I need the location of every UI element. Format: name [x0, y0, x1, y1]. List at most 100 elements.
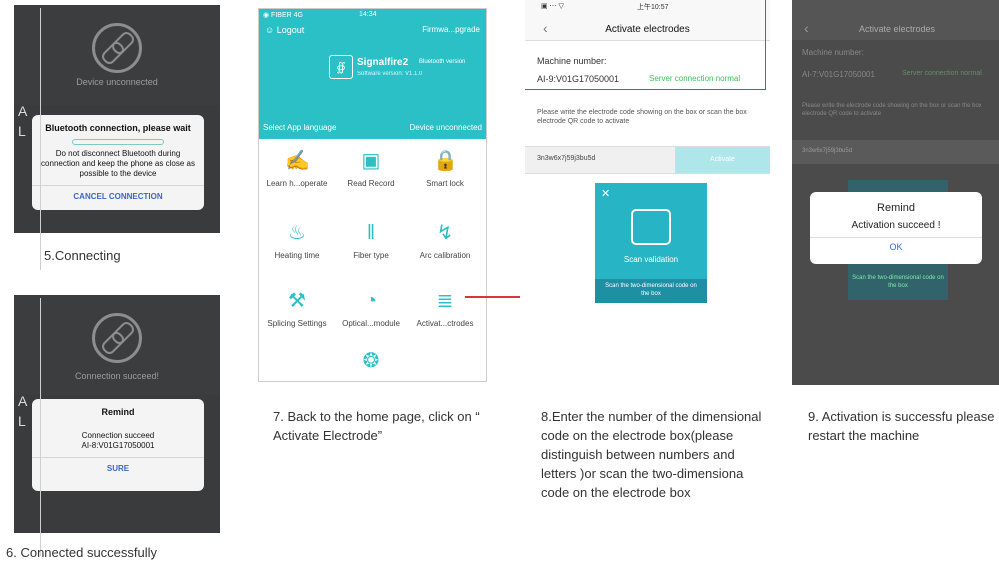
menu-label: Learn h...operate	[266, 179, 328, 188]
side-letter: A	[18, 393, 28, 409]
side-letters: A L	[18, 391, 27, 431]
arc-icon: ↯	[436, 222, 454, 244]
progress-bar	[72, 139, 164, 145]
fiber-icon: ‖	[366, 222, 376, 244]
electrode-icon: ≣	[436, 290, 454, 312]
connected-dialog: Remind Connection succeed AI-8:V01G17050…	[32, 399, 204, 491]
instructions: Please write the electrode code showing …	[802, 103, 982, 117]
menu-read-record[interactable]: ▣ Read Record	[335, 149, 407, 188]
menu-splicing-settings[interactable]: ⚒ Splicing Settings	[261, 289, 333, 328]
caption-step7: 7. Back to the home page, click on “ Act…	[273, 409, 480, 443]
software-version: Software version: V1.1.0	[357, 71, 423, 77]
logout-link[interactable]: ☺ Logout	[265, 25, 304, 35]
activation-dialog: Remind Activation succeed ! OK	[810, 192, 982, 264]
step6-header: Connection succeed!	[14, 295, 220, 395]
machine-number: AI-7:V01G17050001	[802, 70, 875, 79]
machine-label: Machine number:	[802, 48, 864, 57]
lock-icon: 🔒	[433, 150, 458, 172]
device-code: AI-8:V01G17050001	[81, 441, 155, 450]
machine-number: AI-9:V01G17050001	[537, 74, 620, 84]
dialog-text: Do not disconnect Bluetooth during conne…	[41, 149, 195, 178]
menu-fiber-type[interactable]: ‖ Fiber type	[335, 221, 407, 260]
dialog-title: Remind	[877, 202, 915, 214]
caption-step6: 6. Connected successfully	[6, 545, 158, 560]
scan-validation-panel[interactable]: ✕ Scan validation Scan the two-dimension…	[595, 183, 707, 303]
callout-line	[525, 89, 765, 90]
step6-phone: Connection succeed! A L Remind Connectio…	[14, 295, 220, 533]
heating-icon: ♨	[288, 222, 306, 244]
code-row: 3n3w6x7j59j3bu5d	[792, 140, 999, 164]
menu-label: Activat...ctrodes	[416, 319, 474, 328]
menu-label: Optical...module	[342, 319, 400, 328]
dialog-text: Activation succeed !	[851, 220, 941, 231]
menu-bulb[interactable]: ❂	[335, 349, 407, 379]
menu-learn-operate[interactable]: ✍ Learn h...operate	[261, 149, 333, 188]
code-input[interactable]: 3n3w6x7j59j3bu5d	[802, 148, 852, 154]
nav-bar: ▣ ⋯ ▽ 上午10:57 ‹ Activate electrodes	[525, 0, 770, 41]
sure-button[interactable]: SURE	[32, 457, 204, 473]
dialog-text: Connection succeed	[81, 431, 155, 440]
dialog-title: Remind	[101, 407, 135, 417]
callout-line	[465, 296, 520, 298]
nav-bar: ‹ Activate electrodes	[792, 0, 999, 40]
menu-activate-electrodes[interactable]: ≣ Activat...ctrodes	[409, 289, 481, 328]
connecting-dialog: Bluetooth connection, please wait Do not…	[32, 115, 204, 210]
menu-label: Splicing Settings	[267, 319, 327, 328]
scan-icon	[631, 209, 671, 245]
nav-title: Activate electrodes	[858, 24, 936, 34]
record-icon: ▣	[361, 150, 381, 172]
menu-optical-module[interactable]: ◔ Optical...module	[335, 289, 407, 328]
ok-button[interactable]: OK	[810, 237, 982, 252]
step5-header: Device unconnected	[14, 5, 220, 105]
server-status: Server connection normal	[649, 74, 741, 83]
logout-label: Logout	[276, 25, 305, 35]
step7-phone: ◉ FIBER 4G 14:34 ☺ Logout Firmwa...pgrad…	[258, 8, 487, 382]
gauge-icon: ◔	[364, 290, 378, 312]
step5-phone: Device unconnected A L Bluetooth connect…	[14, 5, 220, 233]
activate-button[interactable]: Activate	[675, 147, 770, 173]
settings-icon: ⚒	[288, 290, 306, 312]
code-row: 3n3w6x7j59j3bu5d Activate	[525, 146, 770, 174]
guide-line	[40, 298, 41, 556]
machine-label: Machine number:	[537, 56, 607, 66]
step8-phone: ▣ ⋯ ▽ 上午10:57 ‹ Activate electrodes Mach…	[525, 0, 770, 325]
caption-step5: 5.Connecting	[44, 248, 121, 263]
status-icons: ▣ ⋯ ▽	[541, 3, 564, 10]
caption-step9: 9. Activation is successfu please restar…	[808, 409, 995, 443]
callout-line	[765, 0, 766, 90]
side-letter: L	[18, 123, 26, 139]
nav-title: Activate electrodes	[605, 24, 690, 35]
menu-label: Read Record	[347, 179, 395, 188]
device-connection-status[interactable]: Device unconnected	[410, 123, 483, 132]
device-version-type: Bluetooth version	[419, 59, 466, 65]
menu-label: Arc calibration	[419, 251, 471, 260]
link-icon	[92, 313, 142, 363]
scan-title: Scan validation	[623, 255, 679, 264]
step9-phone: ‹ Activate electrodes Machine number: AI…	[792, 0, 999, 385]
code-input[interactable]: 3n3w6x7j59j3bu5d	[537, 155, 595, 162]
device-name: Signalfire2	[357, 57, 409, 68]
user-icon: ☺	[265, 25, 275, 35]
firmware-upgrade-link[interactable]: Firmwa...pgrade	[422, 25, 480, 34]
device-status: Connection succeed!	[74, 371, 160, 381]
side-letter: L	[18, 413, 26, 429]
menu-label: Fiber type	[353, 251, 389, 260]
menu-heating-time[interactable]: ♨ Heating time	[261, 221, 333, 260]
link-icon	[92, 23, 142, 73]
device-logo-icon: ∯	[329, 55, 353, 79]
menu-smart-lock[interactable]: 🔒 Smart lock	[409, 149, 481, 188]
guide-line	[40, 8, 41, 270]
instructions: Please write the electrode code showing …	[537, 109, 747, 125]
side-letters: A L	[18, 101, 27, 141]
menu-arc-calibration[interactable]: ↯ Arc calibration	[409, 221, 481, 260]
bulb-icon: ❂	[362, 350, 380, 372]
learn-icon: ✍	[285, 150, 310, 172]
status-carrier: ◉ FIBER 4G	[263, 12, 303, 19]
device-status: Device unconnected	[76, 77, 158, 87]
scan-subtitle: Scan the two-dimensional code on the box	[595, 279, 707, 303]
menu-label: Smart lock	[426, 179, 464, 188]
cancel-connection-button[interactable]: CANCEL CONNECTION	[32, 185, 204, 201]
select-language-link[interactable]: Select App language	[263, 123, 336, 132]
caption-step8: 8.Enter the number of the dimensional co…	[541, 409, 762, 500]
home-header: ◉ FIBER 4G 14:34 ☺ Logout Firmwa...pgrad…	[259, 9, 486, 117]
